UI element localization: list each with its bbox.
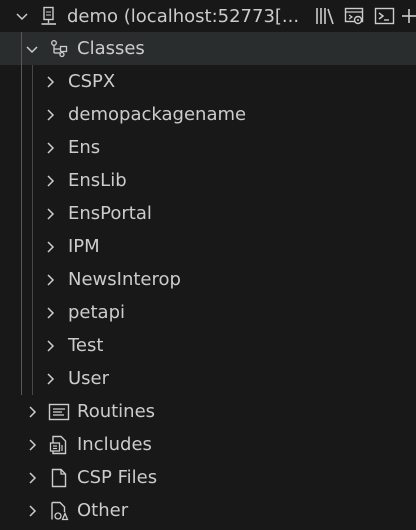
- package-node[interactable]: petapi: [0, 296, 416, 329]
- root-actions: [312, 0, 416, 32]
- include-file-icon: [48, 434, 70, 456]
- chevron-right-icon[interactable]: [42, 239, 58, 255]
- chevron-right-icon[interactable]: [42, 140, 58, 156]
- add-icon[interactable]: [402, 3, 416, 29]
- folder-node[interactable]: CSP Files: [0, 461, 416, 494]
- package-label: petapi: [68, 302, 126, 323]
- folder-node[interactable]: Other: [0, 494, 416, 527]
- package-label: EnsLib: [68, 170, 127, 191]
- package-node[interactable]: Test: [0, 329, 416, 362]
- package-node[interactable]: Ens: [0, 131, 416, 164]
- folder-label: Routines: [77, 401, 156, 422]
- chevron-right-icon[interactable]: [42, 107, 58, 123]
- chevron-right-icon[interactable]: [24, 503, 40, 519]
- package-label: NewsInterop: [68, 269, 181, 290]
- chevron-right-icon[interactable]: [42, 371, 58, 387]
- chevron-right-icon[interactable]: [24, 437, 40, 453]
- folder-label: CSP Files: [77, 467, 158, 488]
- folder-node[interactable]: Routines: [0, 395, 416, 428]
- chevron-right-icon[interactable]: [24, 404, 40, 420]
- chevron-down-icon[interactable]: [24, 41, 40, 57]
- package-label: Ens: [68, 137, 101, 158]
- chevron-right-icon[interactable]: [42, 272, 58, 288]
- package-label: User: [68, 368, 110, 389]
- chevron-right-icon[interactable]: [42, 338, 58, 354]
- chevron-right-icon[interactable]: [24, 470, 40, 486]
- tree-node-classes[interactable]: Classes: [0, 32, 416, 65]
- package-node[interactable]: CSPX: [0, 65, 416, 98]
- server-settings-icon[interactable]: [342, 3, 368, 29]
- chevron-right-icon[interactable]: [42, 74, 58, 90]
- package-node[interactable]: demopackagename: [0, 98, 416, 131]
- package-node[interactable]: NewsInterop: [0, 263, 416, 296]
- package-label: IPM: [68, 236, 100, 257]
- other-files-icon: [48, 500, 70, 522]
- file-icon: [48, 467, 70, 489]
- class-hierarchy-icon: [48, 38, 70, 60]
- package-label: EnsPortal: [68, 203, 152, 224]
- folder-label: Other: [77, 500, 129, 521]
- routine-icon: [48, 401, 70, 423]
- root-label: demo (localhost:52773[...: [67, 5, 300, 27]
- package-label: demopackagename: [68, 104, 247, 125]
- folder-node[interactable]: Includes: [0, 428, 416, 461]
- package-label: Test: [68, 335, 104, 356]
- chevron-right-icon[interactable]: [42, 173, 58, 189]
- terminal-icon[interactable]: [372, 3, 398, 29]
- folder-label: Includes: [77, 434, 152, 455]
- package-node[interactable]: EnsPortal: [0, 197, 416, 230]
- server-icon: [38, 5, 60, 27]
- classes-label: Classes: [77, 38, 145, 59]
- library-icon[interactable]: [312, 3, 338, 29]
- chevron-down-icon[interactable]: [14, 8, 30, 24]
- package-node[interactable]: User: [0, 362, 416, 395]
- package-node[interactable]: IPM: [0, 230, 416, 263]
- chevron-right-icon[interactable]: [42, 305, 58, 321]
- package-node[interactable]: EnsLib: [0, 164, 416, 197]
- chevron-right-icon[interactable]: [42, 206, 58, 222]
- package-label: CSPX: [68, 71, 116, 92]
